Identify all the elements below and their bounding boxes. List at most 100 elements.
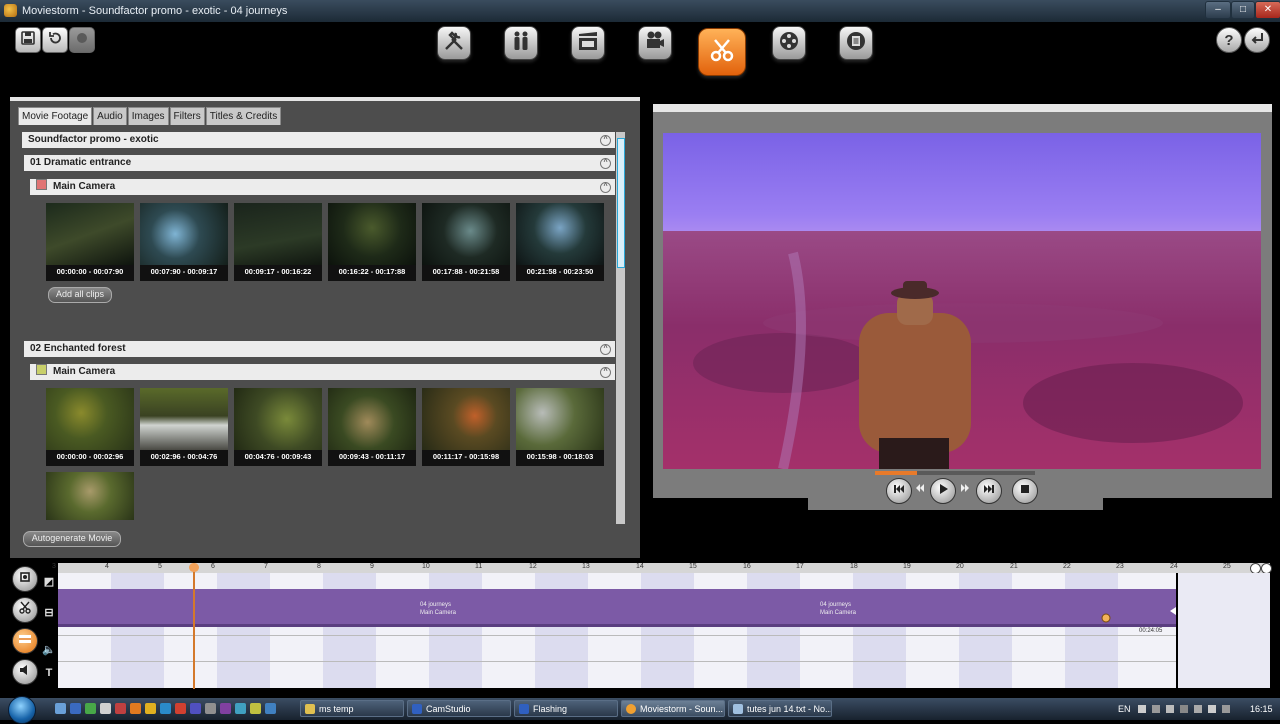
clip-thumbnail[interactable]: 00:02:96 - 00:04:76 xyxy=(140,388,228,466)
mode-tools-button[interactable] xyxy=(437,26,471,60)
project-header[interactable]: Soundfactor promo - exotic ^ xyxy=(22,132,615,148)
quicklaunch-icon[interactable] xyxy=(70,703,81,714)
cut-tool-button[interactable] xyxy=(12,597,38,623)
quicklaunch-icon[interactable] xyxy=(85,703,96,714)
mode-film-button[interactable] xyxy=(571,26,605,60)
tab-movie-footage[interactable]: Movie Footage xyxy=(18,107,93,125)
stop-button[interactable] xyxy=(1012,478,1038,504)
volume-icon[interactable] xyxy=(1208,705,1216,713)
camera-icon xyxy=(644,30,666,57)
tray-icon[interactable] xyxy=(1152,705,1160,713)
help-button[interactable]: ? xyxy=(1216,27,1242,53)
scene-header[interactable]: 02 Enchanted forest ^ xyxy=(24,341,615,357)
clip-thumbnail[interactable] xyxy=(46,472,134,520)
close-button[interactable]: ✕ xyxy=(1255,1,1280,19)
footage-scrollbar[interactable] xyxy=(616,132,625,524)
quicklaunch-icon[interactable] xyxy=(130,703,141,714)
clip-thumbnail[interactable]: 00:17:88 - 00:21:58 xyxy=(422,203,510,281)
quicklaunch-icon[interactable] xyxy=(235,703,246,714)
quicklaunch-icon[interactable] xyxy=(265,703,276,714)
clip-thumbnail[interactable]: 00:00:00 - 00:07:90 xyxy=(46,203,134,281)
redo-button[interactable] xyxy=(69,27,95,53)
tray-icon[interactable] xyxy=(1138,705,1146,713)
taskbar-item[interactable]: ms temp xyxy=(300,700,404,717)
save-button[interactable] xyxy=(15,27,41,53)
quicklaunch-icon[interactable] xyxy=(220,703,231,714)
quicklaunch-icon[interactable] xyxy=(250,703,261,714)
quicklaunch-icon[interactable] xyxy=(205,703,216,714)
taskbar-item[interactable]: Flashing xyxy=(514,700,618,717)
video-track-clip[interactable]: 04 journeys Main Camera 04 journeys Main C… xyxy=(58,589,1176,627)
quicklaunch-icon[interactable] xyxy=(145,703,156,714)
tab-titles-credits[interactable]: Titles & Credits xyxy=(205,107,282,125)
quicklaunch-icon[interactable] xyxy=(115,703,126,714)
camera-header[interactable]: Main Camera ^ xyxy=(30,179,615,195)
minimize-button[interactable]: – xyxy=(1205,1,1231,19)
scene-header[interactable]: 01 Dramatic entrance ^ xyxy=(24,155,615,171)
language-indicator[interactable]: EN xyxy=(1118,698,1131,720)
exit-button[interactable] xyxy=(1244,27,1270,53)
film-icon xyxy=(18,632,32,651)
quicklaunch-icon[interactable] xyxy=(100,703,111,714)
taskbar-item[interactable]: CamStudio xyxy=(407,700,511,717)
clip-thumbnail[interactable]: 00:09:43 - 00:11:17 xyxy=(328,388,416,466)
step-forward-button[interactable] xyxy=(959,484,971,496)
tab-audio[interactable]: Audio xyxy=(93,107,127,125)
clock[interactable]: 16:15 xyxy=(1250,698,1273,720)
playback-progress-bar[interactable] xyxy=(875,471,1035,475)
quicklaunch-icon[interactable] xyxy=(175,703,186,714)
step-back-button[interactable] xyxy=(914,484,926,496)
audio-track-button[interactable] xyxy=(12,659,38,685)
clip-thumbnail[interactable]: 00:04:76 - 00:09:43 xyxy=(234,388,322,466)
clip-thumbnail[interactable]: 00:16:22 - 00:17:88 xyxy=(328,203,416,281)
video-track-icon[interactable]: ⊟ xyxy=(42,605,56,619)
network-icon[interactable] xyxy=(1222,705,1230,713)
mode-reel-button[interactable] xyxy=(772,26,806,60)
text-track-icon[interactable]: T xyxy=(42,666,56,680)
mode-edit-button[interactable] xyxy=(698,28,746,76)
tray-icon[interactable] xyxy=(1166,705,1174,713)
playhead-handle[interactable] xyxy=(189,563,199,572)
collapse-icon[interactable]: ^ xyxy=(600,344,611,355)
clip-thumbnail[interactable]: 00:07:90 - 00:09:17 xyxy=(140,203,228,281)
collapse-icon[interactable]: ^ xyxy=(600,182,611,193)
quicklaunch-icon[interactable] xyxy=(55,703,66,714)
mode-notes-button[interactable] xyxy=(839,26,873,60)
collapse-icon[interactable]: ^ xyxy=(600,135,611,146)
tray-icon[interactable] xyxy=(1194,705,1202,713)
collapse-icon[interactable]: ^ xyxy=(600,158,611,169)
collapse-icon[interactable]: ^ xyxy=(600,367,611,378)
quicklaunch-icon[interactable] xyxy=(160,703,171,714)
clip-thumbnail[interactable]: 00:00:00 - 00:02:96 xyxy=(46,388,134,466)
tab-filters[interactable]: Filters xyxy=(169,107,205,125)
skip-to-end-button[interactable] xyxy=(976,478,1002,504)
undo-button[interactable] xyxy=(42,27,68,53)
preview-video[interactable] xyxy=(663,133,1261,469)
clip-thumbnail[interactable]: 00:09:17 - 00:16:22 xyxy=(234,203,322,281)
edit-track-icon[interactable]: ◩ xyxy=(42,574,56,588)
camera-header[interactable]: Main Camera ^ xyxy=(30,364,615,380)
timeline-ruler[interactable]: 3 4 5 6 7 8 9 10 11 12 13 14 15 16 17 18… xyxy=(52,563,1270,573)
clip-thumbnail[interactable]: 00:21:58 - 00:23:50 xyxy=(516,203,604,281)
sound-track-icon[interactable]: 🔈 xyxy=(42,642,56,656)
add-all-clips-button[interactable]: Add all clips xyxy=(48,287,112,303)
clip-end-handle[interactable] xyxy=(1170,607,1176,615)
clip-thumbnail[interactable]: 00:11:17 - 00:15:98 xyxy=(422,388,510,466)
quicklaunch-icon[interactable] xyxy=(190,703,201,714)
tray-icon[interactable] xyxy=(1180,705,1188,713)
scrollbar-thumb[interactable] xyxy=(617,138,625,268)
mode-people-button[interactable] xyxy=(504,26,538,60)
timeline-playhead[interactable] xyxy=(189,563,199,689)
tab-images[interactable]: Images xyxy=(127,107,169,125)
autogenerate-movie-button[interactable]: Autogenerate Movie xyxy=(23,531,121,547)
video-track-button[interactable] xyxy=(12,628,38,654)
camera-track-button[interactable] xyxy=(12,566,38,592)
maximize-button[interactable]: □ xyxy=(1231,1,1255,19)
mode-camera-button[interactable] xyxy=(638,26,672,60)
taskbar-item[interactable]: tutes jun 14.txt - No... xyxy=(728,700,832,717)
play-button[interactable] xyxy=(930,478,956,504)
clip-thumbnail[interactable]: 00:15:98 - 00:18:03 xyxy=(516,388,604,466)
taskbar-item-active[interactable]: Moviestorm - Soun... xyxy=(621,700,725,717)
clip-label: 04 journeys Main Camera xyxy=(420,601,456,617)
skip-to-start-button[interactable] xyxy=(886,478,912,504)
